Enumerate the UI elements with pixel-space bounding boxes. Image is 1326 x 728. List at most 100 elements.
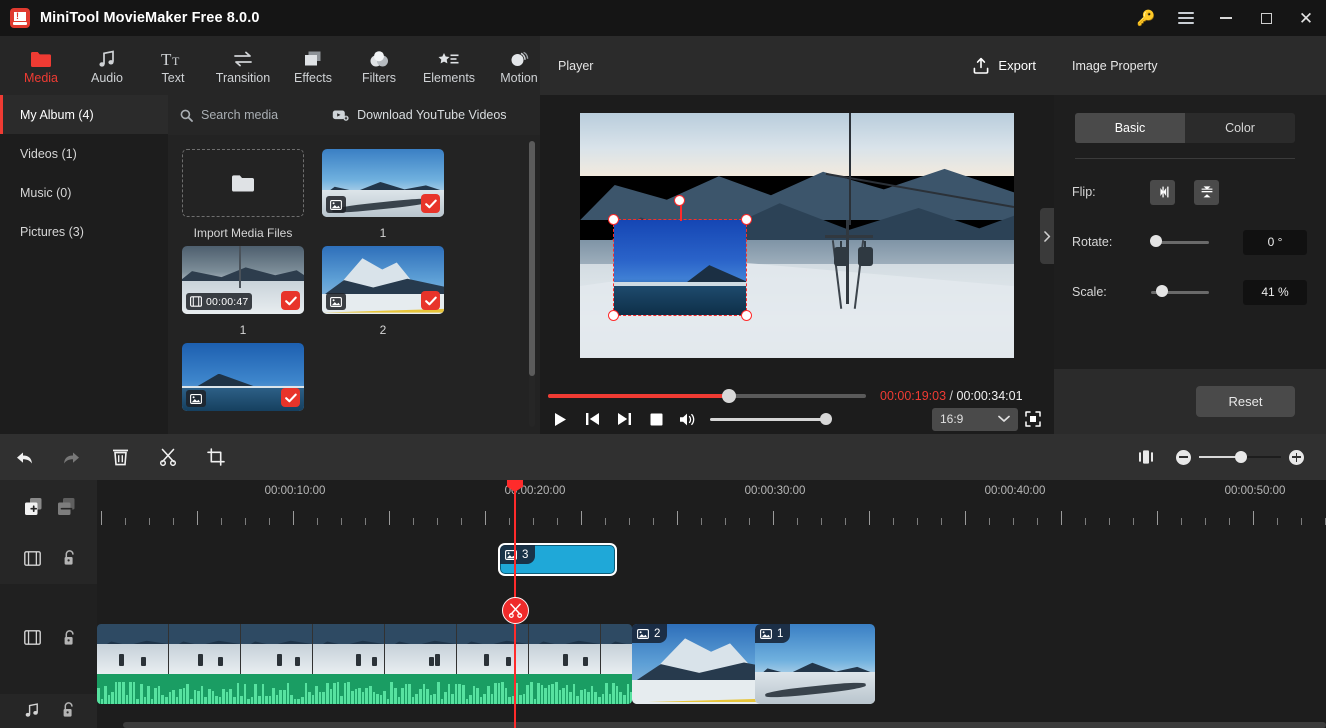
next-frame-button[interactable] xyxy=(608,405,640,433)
film-icon xyxy=(190,296,202,307)
split-at-playhead-button[interactable] xyxy=(502,597,529,624)
unlock-icon[interactable] xyxy=(62,702,76,721)
flip-horizontal-icon[interactable] xyxy=(1150,180,1175,205)
volume-knob[interactable] xyxy=(820,413,832,425)
tab-transition[interactable]: Transition xyxy=(206,38,280,93)
media-item xyxy=(182,343,304,411)
aspect-ratio-select[interactable]: 16:9 xyxy=(932,408,1018,431)
crop-button[interactable] xyxy=(192,434,240,480)
tab-effects[interactable]: Effects xyxy=(280,38,346,93)
maximize-icon[interactable] xyxy=(1246,0,1286,36)
sidebar-item-pictures[interactable]: Pictures (3) xyxy=(0,212,168,251)
sidebar-item-my-album[interactable]: My Album (4) xyxy=(0,95,168,134)
zoom-slider[interactable] xyxy=(1199,456,1281,459)
undo-button[interactable] xyxy=(0,434,48,480)
rotate-value[interactable]: 0 ° xyxy=(1243,230,1307,255)
selection-box[interactable] xyxy=(613,219,747,316)
ruler-tick xyxy=(1253,511,1254,525)
import-media-button[interactable] xyxy=(182,149,304,217)
scale-knob[interactable] xyxy=(1156,285,1168,297)
close-icon[interactable]: ✕ xyxy=(1286,0,1326,36)
ruler-tick xyxy=(245,518,246,525)
rotate-handle[interactable] xyxy=(674,195,685,206)
resize-handle-top-right[interactable] xyxy=(741,214,752,225)
track-body[interactable]: 3 xyxy=(97,535,1326,584)
stop-button[interactable] xyxy=(640,405,672,433)
tab-text[interactable]: TT Text xyxy=(140,38,206,93)
tab-filters[interactable]: Filters xyxy=(346,38,412,93)
fit-timeline-icon[interactable] xyxy=(1138,449,1154,465)
resize-handle-top-left[interactable] xyxy=(608,214,619,225)
import-media-label: Import Media Files xyxy=(182,226,304,244)
seek-knob[interactable] xyxy=(722,389,736,403)
tab-media[interactable]: Media xyxy=(8,38,74,93)
sidebar-item-videos[interactable]: Videos (1) xyxy=(0,134,168,173)
ruler-tick xyxy=(821,518,822,525)
scale-value[interactable]: 41 % xyxy=(1243,280,1307,305)
rotate-slider[interactable] xyxy=(1151,241,1209,244)
sidebar-item-music[interactable]: Music (0) xyxy=(0,173,168,212)
clip-label: 2 xyxy=(632,624,667,643)
delete-button[interactable] xyxy=(96,434,144,480)
volume-button[interactable] xyxy=(672,405,704,433)
tab-basic[interactable]: Basic xyxy=(1075,113,1185,143)
add-track-button[interactable] xyxy=(24,497,43,519)
track-header xyxy=(0,584,97,694)
remove-track-button[interactable] xyxy=(57,497,76,519)
image-badge xyxy=(326,293,346,310)
timeline-ruler[interactable]: 00:00:10:0000:00:20:0000:00:30:0000:00:4… xyxy=(0,480,1326,535)
search-input[interactable]: Search media xyxy=(180,108,278,122)
export-button[interactable]: Export xyxy=(972,57,1036,75)
unlock-icon[interactable] xyxy=(63,630,77,649)
reset-button[interactable]: Reset xyxy=(1196,386,1295,417)
ruler-tick xyxy=(1109,518,1110,525)
seek-row: 00:00:19:03 / 00:00:34:01 xyxy=(540,387,1054,405)
rotate-row: Rotate: 0 ° xyxy=(1072,225,1308,259)
ruler-tick xyxy=(1301,518,1302,525)
previous-frame-button[interactable] xyxy=(576,405,608,433)
track-body[interactable]: 2 1 xyxy=(97,584,1326,694)
collapse-panel-button[interactable] xyxy=(1040,208,1054,264)
media-thumbnail[interactable]: 00:00:47 xyxy=(182,246,304,314)
selected-check-icon[interactable] xyxy=(281,291,300,310)
resize-handle-bottom-left[interactable] xyxy=(608,310,619,321)
zoom-in-button[interactable] xyxy=(1289,450,1304,465)
flip-vertical-icon[interactable] xyxy=(1194,180,1219,205)
split-button[interactable] xyxy=(144,434,192,480)
selected-check-icon[interactable] xyxy=(421,291,440,310)
minimize-icon[interactable] xyxy=(1206,0,1246,36)
property-panel-header: Image Property xyxy=(1054,36,1326,95)
video-preview[interactable] xyxy=(580,113,1014,358)
tab-audio[interactable]: Audio xyxy=(74,38,140,93)
seek-slider[interactable] xyxy=(548,394,866,398)
ruler-tick xyxy=(1205,518,1206,525)
filmstrip-frame xyxy=(97,624,169,674)
timeline-horizontal-scrollbar[interactable] xyxy=(123,722,1326,728)
download-youtube-button[interactable]: Download YouTube Videos xyxy=(332,108,506,122)
rotate-knob[interactable] xyxy=(1150,235,1162,247)
key-icon[interactable]: 🔑 xyxy=(1126,0,1166,36)
fullscreen-button[interactable] xyxy=(1018,405,1048,433)
hamburger-menu-icon[interactable] xyxy=(1166,0,1206,36)
tab-color[interactable]: Color xyxy=(1185,113,1295,143)
tab-elements[interactable]: Elements xyxy=(412,38,486,93)
media-scrollbar[interactable] xyxy=(529,141,535,427)
selected-check-icon[interactable] xyxy=(281,388,300,407)
unlock-icon[interactable] xyxy=(63,550,77,569)
zoom-out-button[interactable] xyxy=(1176,450,1191,465)
download-youtube-label: Download YouTube Videos xyxy=(357,108,506,122)
play-button[interactable] xyxy=(544,405,576,433)
resize-handle-bottom-right[interactable] xyxy=(741,310,752,321)
timeline-clip-video[interactable] xyxy=(97,624,632,704)
volume-slider[interactable] xyxy=(710,418,830,421)
timeline-clip-image[interactable]: 1 xyxy=(755,624,875,704)
media-toolbar: Search media Download YouTube Videos xyxy=(168,95,540,135)
media-thumbnail[interactable] xyxy=(322,246,444,314)
scale-slider[interactable] xyxy=(1151,291,1209,294)
media-thumbnail[interactable] xyxy=(322,149,444,217)
chevron-down-icon xyxy=(998,412,1010,426)
media-thumbnail[interactable] xyxy=(182,343,304,411)
selected-check-icon[interactable] xyxy=(421,194,440,213)
redo-button[interactable] xyxy=(48,434,96,480)
track-header xyxy=(0,535,97,584)
